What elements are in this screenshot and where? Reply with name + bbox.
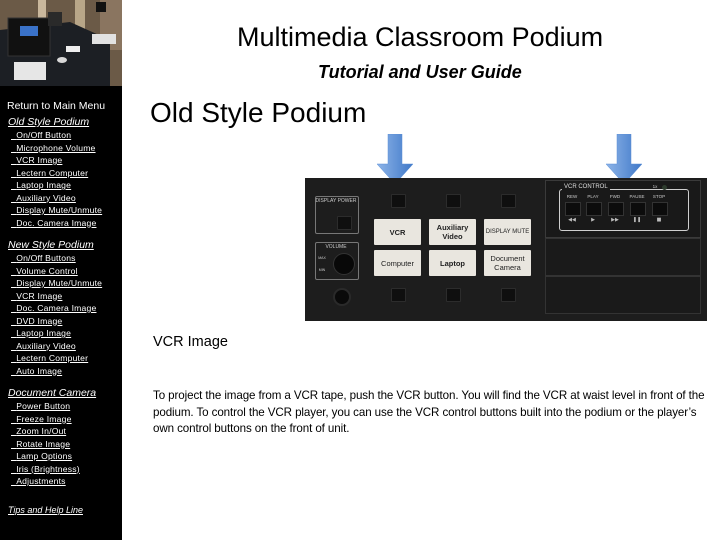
volume-label: VOLUME bbox=[325, 244, 347, 250]
sidebar-item-zoom-in-out[interactable]: Zoom In/Out bbox=[0, 425, 122, 438]
source-select-button bbox=[501, 194, 516, 208]
pause-icon: ❚❚ bbox=[632, 217, 642, 223]
sidebar-section-document-camera[interactable]: Document Camera bbox=[0, 387, 122, 400]
sidebar-item-rotate-image[interactable]: Rotate Image bbox=[0, 438, 122, 451]
blank-plate bbox=[545, 276, 701, 314]
sidebar-section-old-style-podium[interactable]: Old Style Podium bbox=[0, 116, 122, 129]
sidebar-item-vcr-image-new[interactable]: VCR Image bbox=[0, 290, 122, 303]
volume-max-label: MAX bbox=[318, 256, 326, 260]
sidebar-item-dvd-image[interactable]: DVD Image bbox=[0, 315, 122, 328]
display-power-button bbox=[337, 216, 352, 230]
sidebar-item-laptop-image-new[interactable]: Laptop Image bbox=[0, 327, 122, 340]
play-icon: ▶ bbox=[591, 217, 595, 223]
pause-label: PAUSE bbox=[629, 194, 645, 199]
sidebar-menu: Return to Main Menu Old Style Podium On/… bbox=[0, 100, 122, 517]
play-button bbox=[586, 202, 602, 216]
mic-jack bbox=[333, 288, 351, 306]
source-select-button bbox=[391, 288, 406, 302]
sidebar-item-auto-image[interactable]: Auto Image bbox=[0, 365, 122, 378]
display-power-label: DISPLAY POWER bbox=[315, 198, 357, 204]
tips-and-help-line-link[interactable]: Tips and Help Line bbox=[0, 504, 122, 517]
return-to-main-menu-link[interactable]: Return to Main Menu bbox=[0, 100, 122, 113]
page-title: Multimedia Classroom Podium bbox=[237, 22, 604, 52]
source-select-button bbox=[446, 194, 461, 208]
rew-button bbox=[565, 202, 581, 216]
sidebar-item-auxiliary-video[interactable]: Auxiliary Video bbox=[0, 192, 122, 205]
sidebar-section-new-style-podium[interactable]: New Style Podium bbox=[0, 239, 122, 252]
vcr-control-title: VCR CONTROL bbox=[562, 184, 610, 190]
sidebar-item-freeze-image[interactable]: Freeze Image bbox=[0, 413, 122, 426]
rewind-icon: ◀◀ bbox=[568, 217, 576, 223]
sidebar-item-volume-control[interactable]: Volume Control bbox=[0, 265, 122, 278]
sidebar-item-display-mute-unmute-new[interactable]: Display Mute/Unmute bbox=[0, 277, 122, 290]
sidebar-item-lectern-computer-new[interactable]: Lectern Computer bbox=[0, 352, 122, 365]
sidebar-item-iris-brightness[interactable]: Iris (Brightness) bbox=[0, 463, 122, 476]
podium-photo-thumbnail bbox=[0, 0, 122, 92]
section-title: Old Style Podium bbox=[150, 97, 367, 128]
vcr-control-box: VCR CONTROL 1x REW PLAY FWD PAUSE STOP ◀… bbox=[545, 180, 701, 238]
fwd-label: FWD bbox=[609, 194, 621, 199]
vcr-led bbox=[662, 185, 667, 190]
laptop-source-label: Laptop bbox=[429, 250, 476, 276]
source-select-button bbox=[391, 194, 406, 208]
display-mute-label: DISPLAY MUTE bbox=[484, 219, 531, 245]
play-label: PLAY bbox=[587, 194, 599, 199]
stop-label: STOP bbox=[652, 194, 666, 199]
sidebar-item-doc-camera-image-new[interactable]: Doc. Camera Image bbox=[0, 302, 122, 315]
image-title: VCR Image bbox=[153, 334, 228, 350]
source-select-button bbox=[446, 288, 461, 302]
fwd-button bbox=[608, 202, 624, 216]
body-text: To project the image from a VCR tape, pu… bbox=[153, 389, 705, 435]
sidebar-item-auxiliary-video-new[interactable]: Auxiliary Video bbox=[0, 340, 122, 353]
auxiliary-video-source-label: Auxiliary Video bbox=[429, 219, 476, 245]
pause-button bbox=[630, 202, 646, 216]
rew-label: REW bbox=[566, 194, 578, 199]
computer-source-label: Computer bbox=[374, 250, 421, 276]
volume-min-label: MIN bbox=[318, 268, 326, 272]
sidebar-item-microphone-volume[interactable]: Microphone Volume bbox=[0, 142, 122, 155]
document-camera-source-label: Document Camera bbox=[484, 250, 531, 276]
sidebar-item-lamp-options[interactable]: Lamp Options bbox=[0, 450, 122, 463]
volume-knob bbox=[333, 253, 355, 275]
sidebar-item-power-button[interactable]: Power Button bbox=[0, 400, 122, 413]
fast-forward-icon: ▶▶ bbox=[611, 217, 619, 223]
podium-control-panel-image: DISPLAY POWER VOLUME MAX MIN VCR Auxilia… bbox=[305, 178, 707, 321]
sidebar-item-vcr-image[interactable]: VCR Image bbox=[0, 154, 122, 167]
stop-icon: ■ bbox=[656, 217, 662, 223]
vcr-source-label: VCR bbox=[374, 219, 421, 245]
sidebar-item-laptop-image[interactable]: Laptop Image bbox=[0, 179, 122, 192]
sidebar-item-on-off-button[interactable]: On/Off Button bbox=[0, 129, 122, 142]
sidebar: Return to Main Menu Old Style Podium On/… bbox=[0, 0, 122, 540]
sidebar-item-lectern-computer[interactable]: Lectern Computer bbox=[0, 167, 122, 180]
blank-plate bbox=[545, 238, 701, 276]
sidebar-item-doc-camera-image[interactable]: Doc. Camera Image bbox=[0, 217, 122, 230]
source-select-button bbox=[501, 288, 516, 302]
sidebar-item-on-off-buttons[interactable]: On/Off Buttons bbox=[0, 252, 122, 265]
page-subtitle: Tutorial and User Guide bbox=[318, 62, 522, 82]
sidebar-item-display-mute-unmute[interactable]: Display Mute/Unmute bbox=[0, 204, 122, 217]
stop-button bbox=[652, 202, 668, 216]
sidebar-item-adjustments[interactable]: Adjustments bbox=[0, 475, 122, 488]
